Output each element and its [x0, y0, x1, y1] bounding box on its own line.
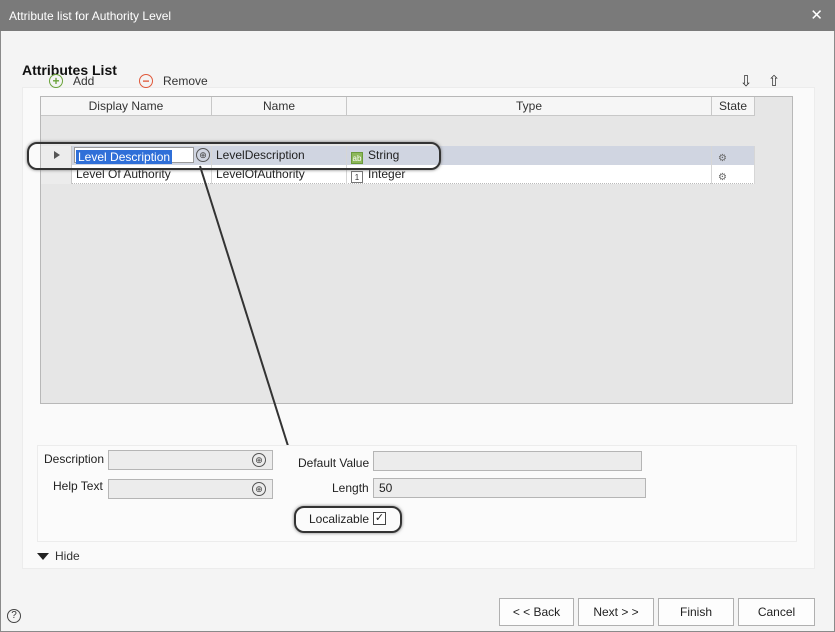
- grid-header: Display Name Name Type State: [41, 97, 755, 116]
- length-field[interactable]: 50: [373, 478, 646, 498]
- column-header-state[interactable]: State: [712, 97, 755, 116]
- hide-toggle[interactable]: Hide: [37, 549, 80, 563]
- add-icon: +: [49, 74, 63, 88]
- globe-icon[interactable]: ⊕: [252, 482, 266, 496]
- gear-icon: ⚙: [718, 153, 727, 164]
- display-name-edit-input[interactable]: Level Description: [74, 147, 194, 164]
- description-label: Description: [44, 452, 105, 466]
- close-icon[interactable]: ✕: [810, 6, 823, 24]
- finish-button[interactable]: Finish: [658, 598, 734, 626]
- type-cell: ab String: [347, 146, 712, 165]
- add-label: Add: [73, 74, 95, 88]
- attributes-grid[interactable]: Display Name Name Type State: [40, 96, 793, 404]
- display-name-cell: Level Description ⊕: [72, 146, 212, 165]
- localizable-label: Localizable: [309, 512, 370, 526]
- hide-label: Hide: [55, 549, 80, 563]
- globe-icon[interactable]: ⊕: [196, 148, 210, 162]
- cancel-button[interactable]: Cancel: [738, 598, 815, 626]
- localizable-checkbox[interactable]: ✓: [373, 512, 386, 525]
- help-text-field[interactable]: ⊕: [108, 479, 273, 499]
- help-text-label: Help Text: [53, 479, 103, 493]
- description-field[interactable]: ⊕: [108, 450, 273, 470]
- name-cell: LevelOfAuthority: [212, 165, 347, 184]
- name-cell: LevelDescription: [212, 146, 347, 165]
- next-button[interactable]: Next > >: [578, 598, 654, 626]
- row-indicator: [41, 146, 72, 165]
- remove-button[interactable]: − Remove: [139, 72, 208, 90]
- globe-icon[interactable]: ⊕: [252, 453, 266, 467]
- type-cell: 1 Integer: [347, 165, 712, 184]
- gears-icon: ⚙: [718, 172, 727, 183]
- move-down-icon[interactable]: ⇩: [738, 72, 754, 90]
- type-label: String: [368, 148, 400, 162]
- column-header-name[interactable]: Name: [212, 97, 347, 116]
- state-cell: ⚙: [712, 165, 755, 184]
- help-icon[interactable]: ?: [7, 609, 21, 623]
- add-button[interactable]: + Add: [49, 72, 94, 90]
- display-name-cell: Level Of Authority: [72, 165, 212, 184]
- default-value-label: Default Value: [298, 456, 370, 470]
- string-type-icon: ab: [351, 152, 363, 164]
- display-name-selected-text: Level Description: [76, 150, 173, 164]
- default-value-field[interactable]: [373, 451, 642, 471]
- table-row[interactable]: Level Description ⊕ LevelDescription ab S…: [41, 146, 755, 165]
- length-label: Length: [332, 481, 369, 495]
- integer-type-icon: 1: [351, 171, 363, 183]
- remove-label: Remove: [163, 74, 208, 88]
- type-label: Integer: [368, 167, 406, 181]
- back-button[interactable]: < < Back: [499, 598, 574, 626]
- triangle-down-icon: [37, 552, 49, 560]
- column-header-display-name[interactable]: Display Name: [41, 97, 212, 116]
- move-up-icon[interactable]: ⇧: [766, 72, 782, 90]
- window-title: Attribute list for Authority Level: [9, 9, 172, 23]
- remove-icon: −: [139, 74, 153, 88]
- row-indicator: [41, 165, 72, 184]
- table-row[interactable]: Level Of Authority LevelOfAuthority 1 Int…: [41, 165, 755, 184]
- title-bar: Attribute list for Authority Level ✕: [0, 0, 835, 31]
- column-header-type[interactable]: Type: [347, 97, 712, 116]
- current-row-arrow-icon: [54, 151, 60, 159]
- state-cell: ⚙: [712, 146, 755, 165]
